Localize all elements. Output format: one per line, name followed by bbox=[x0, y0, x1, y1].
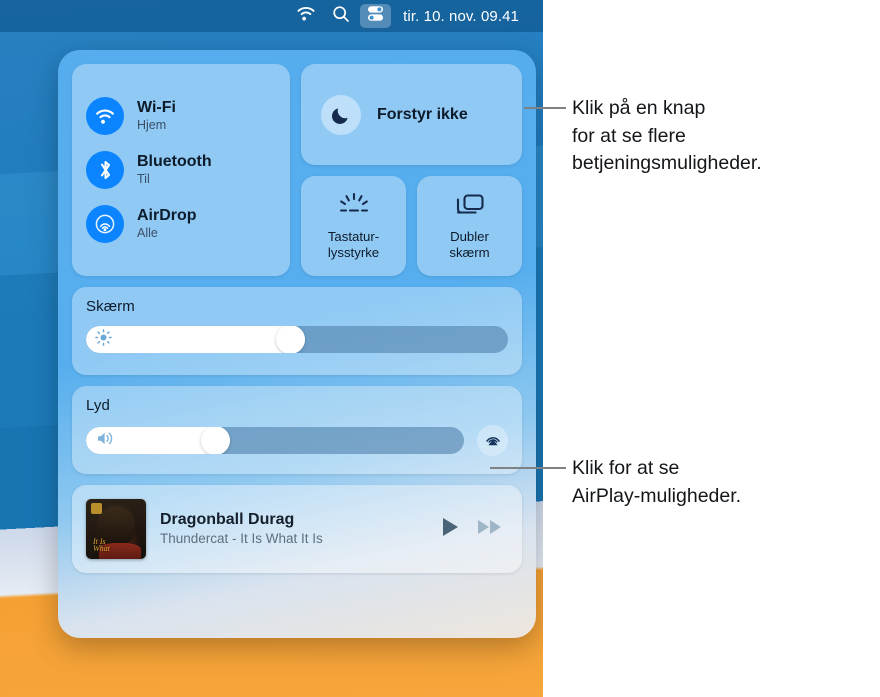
sound-slider-knob[interactable] bbox=[201, 427, 230, 454]
mirror-screen-label: Dubler skærm bbox=[449, 229, 490, 260]
connectivity-text-wifi: Wi-Fi Hjem bbox=[137, 99, 176, 134]
screenshot-canvas: tir. 10. nov. 09.41 Wi-Fi Hjem Bluetooth… bbox=[0, 0, 543, 697]
connectivity-item-bluetooth[interactable]: Bluetooth Til bbox=[86, 151, 290, 189]
wifi-icon bbox=[86, 97, 124, 135]
moon-icon bbox=[321, 94, 361, 135]
sound-slider[interactable] bbox=[86, 427, 464, 454]
wifi-icon bbox=[296, 6, 316, 26]
menu-bar: tir. 10. nov. 09.41 bbox=[0, 0, 543, 32]
control-center-panel: Wi-Fi Hjem Bluetooth Til AirDrop Alle Fo… bbox=[58, 50, 536, 638]
do-not-disturb-label: Forstyr ikke bbox=[377, 105, 468, 123]
album-artwork: It Is What bbox=[86, 499, 146, 559]
play-button[interactable] bbox=[440, 516, 460, 543]
connectivity-item-wifi[interactable]: Wi-Fi Hjem bbox=[86, 97, 290, 135]
menubar-spotlight-item[interactable] bbox=[326, 4, 356, 28]
airdrop-icon bbox=[86, 205, 124, 243]
bluetooth-icon bbox=[86, 151, 124, 189]
connectivity-text-bluetooth: Bluetooth Til bbox=[137, 153, 212, 188]
bluetooth-status: Til bbox=[137, 171, 150, 186]
wifi-title: Wi-Fi bbox=[137, 98, 176, 116]
search-icon bbox=[332, 5, 350, 28]
next-button[interactable] bbox=[476, 516, 504, 543]
control-center-icon bbox=[366, 4, 385, 28]
airplay-audio-icon bbox=[483, 428, 503, 453]
connectivity-module: Wi-Fi Hjem Bluetooth Til AirDrop Alle bbox=[72, 64, 290, 276]
callout-do-not-disturb: Klik på en knap for at se flere betjenin… bbox=[524, 95, 762, 178]
do-not-disturb-tile[interactable]: Forstyr ikke bbox=[301, 64, 522, 165]
keyboard-brightness-tile[interactable]: Tastatur- lysstyrke bbox=[301, 176, 406, 276]
connectivity-item-airdrop[interactable]: AirDrop Alle bbox=[86, 205, 290, 243]
brightness-icon bbox=[95, 328, 112, 351]
callout-leader-line bbox=[524, 107, 566, 109]
now-playing-title: Dragonball Durag bbox=[160, 510, 295, 528]
connectivity-text-airdrop: AirDrop Alle bbox=[137, 207, 197, 242]
airdrop-status: Alle bbox=[137, 225, 158, 240]
callout-text: Klik på en knap for at se flere betjenin… bbox=[572, 97, 762, 175]
sound-module: Lyd bbox=[72, 386, 522, 474]
display-title: Skærm bbox=[86, 298, 135, 315]
speaker-icon bbox=[95, 430, 115, 452]
airplay-audio-button[interactable] bbox=[477, 425, 508, 456]
menubar-clock[interactable]: tir. 10. nov. 09.41 bbox=[403, 8, 519, 25]
control-center-top-row: Wi-Fi Hjem Bluetooth Til AirDrop Alle Fo… bbox=[72, 64, 522, 276]
bluetooth-title: Bluetooth bbox=[137, 152, 212, 170]
menubar-control-center-item[interactable] bbox=[360, 4, 392, 28]
callout-text: Klik for at se AirPlay-muligheder. bbox=[572, 457, 742, 507]
display-module: Skærm bbox=[72, 287, 522, 375]
now-playing-text: Dragonball Durag Thundercat - It Is What… bbox=[160, 510, 426, 548]
menubar-wifi-status-item[interactable] bbox=[290, 4, 322, 28]
control-center-right-column: Forstyr ikke Tastatur- lysstyrke Dubler … bbox=[301, 64, 522, 276]
sound-title: Lyd bbox=[86, 397, 110, 414]
display-slider-knob[interactable] bbox=[276, 326, 305, 353]
artwork-signature: It Is What bbox=[93, 536, 110, 553]
callout-airplay: Klik for at se AirPlay-muligheder. bbox=[490, 455, 741, 510]
sound-slider-row bbox=[86, 425, 508, 456]
mirror-screen-icon bbox=[453, 192, 487, 223]
wifi-status: Hjem bbox=[137, 117, 167, 132]
airdrop-title: AirDrop bbox=[137, 206, 197, 224]
mirror-screen-tile[interactable]: Dubler skærm bbox=[417, 176, 522, 276]
small-tiles-row: Tastatur- lysstyrke Dubler skærm bbox=[301, 176, 522, 276]
display-slider-row bbox=[86, 326, 508, 353]
now-playing-controls bbox=[440, 516, 504, 543]
keyboard-brightness-label: Tastatur- lysstyrke bbox=[327, 229, 380, 260]
now-playing-subtitle: Thundercat - It Is What It Is bbox=[160, 531, 323, 547]
now-playing-module[interactable]: It Is What Dragonball Durag Thundercat - … bbox=[72, 485, 522, 573]
display-slider[interactable] bbox=[86, 326, 508, 353]
callout-leader-line bbox=[490, 467, 566, 469]
keyboard-brightness-icon bbox=[336, 192, 372, 223]
display-slider-fill bbox=[86, 326, 305, 353]
artwork-badge bbox=[91, 503, 102, 514]
